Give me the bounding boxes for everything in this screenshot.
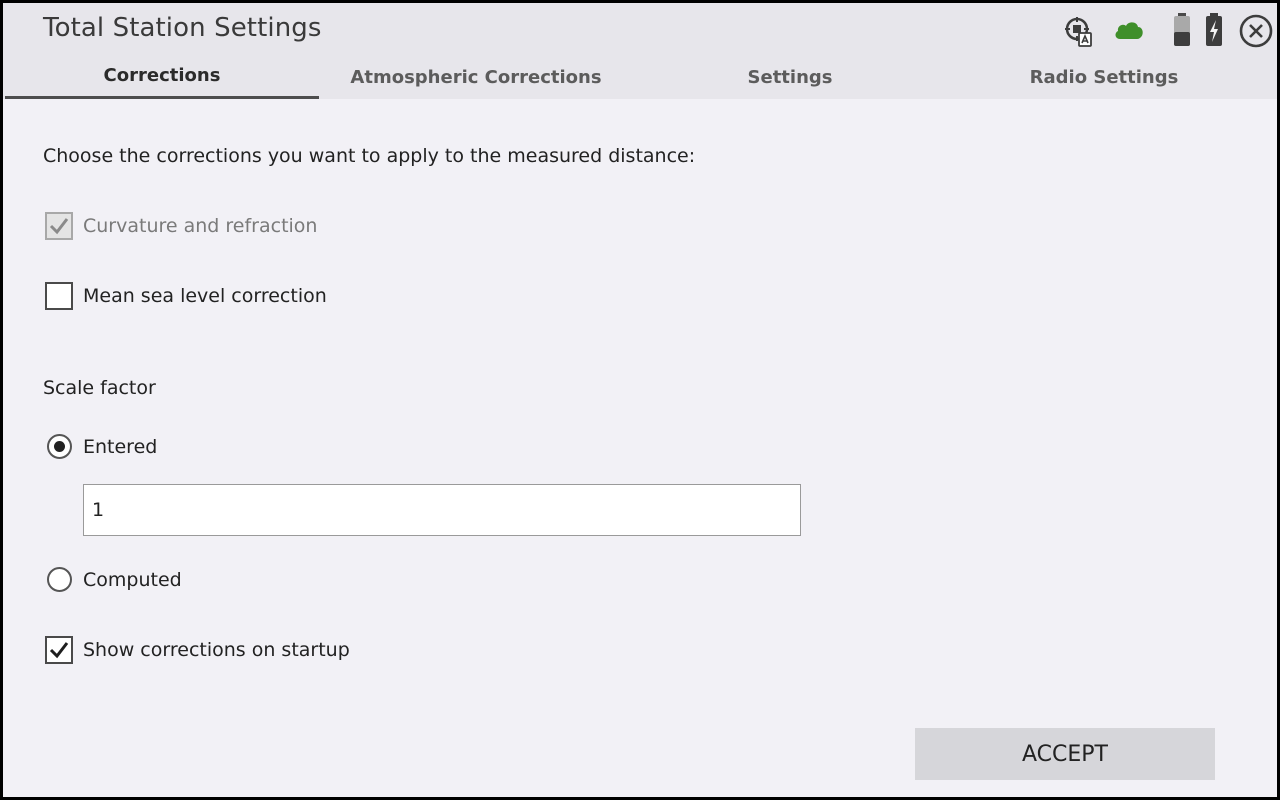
curvature-refraction-label: Curvature and refraction (83, 215, 318, 237)
page-title: Total Station Settings (43, 13, 322, 43)
header-bar: Total Station Settings Corrections Atmos… (3, 3, 1277, 99)
battery-icon (1172, 13, 1192, 51)
radio-selected-dot (54, 441, 65, 452)
mean-sea-level-label[interactable]: Mean sea level correction (83, 285, 327, 307)
mean-sea-level-option[interactable]: Mean sea level correction (45, 282, 327, 310)
accept-button[interactable]: ACCEPT (915, 728, 1215, 780)
scale-entered-radio[interactable] (47, 434, 72, 459)
tab-atmospheric-corrections[interactable]: Atmospheric Corrections (319, 55, 633, 99)
show-on-startup-option[interactable]: Show corrections on startup (45, 636, 350, 664)
tab-radio-settings[interactable]: Radio Settings (947, 55, 1261, 99)
curvature-refraction-option: Curvature and refraction (45, 212, 317, 240)
tab-corrections[interactable]: Corrections (5, 55, 319, 99)
scale-factor-input[interactable] (83, 484, 801, 536)
checkmark-icon (49, 642, 69, 659)
scale-computed-option[interactable]: Computed (47, 567, 182, 592)
show-on-startup-checkbox[interactable] (45, 636, 73, 664)
scale-factor-heading: Scale factor (43, 377, 156, 399)
instruction-text: Choose the corrections you want to apply… (43, 145, 696, 167)
scale-entered-option[interactable]: Entered (47, 434, 157, 459)
settings-window: Total Station Settings Corrections Atmos… (0, 0, 1280, 800)
corrections-panel: Choose the corrections you want to apply… (3, 99, 1277, 797)
checkmark-icon (49, 218, 69, 235)
scale-computed-radio[interactable] (47, 567, 72, 592)
scale-computed-label[interactable]: Computed (83, 569, 182, 591)
close-icon[interactable] (1239, 14, 1273, 52)
mean-sea-level-checkbox[interactable] (45, 282, 73, 310)
tab-settings[interactable]: Settings (633, 55, 947, 99)
survey-instrument-icon[interactable] (1064, 15, 1094, 51)
battery-charging-icon (1204, 13, 1224, 51)
scale-entered-label[interactable]: Entered (83, 436, 157, 458)
cloud-icon[interactable] (1113, 19, 1145, 45)
show-on-startup-label[interactable]: Show corrections on startup (83, 639, 350, 661)
curvature-refraction-checkbox (45, 212, 73, 240)
tab-bar: Corrections Atmospheric Corrections Sett… (5, 55, 1261, 99)
